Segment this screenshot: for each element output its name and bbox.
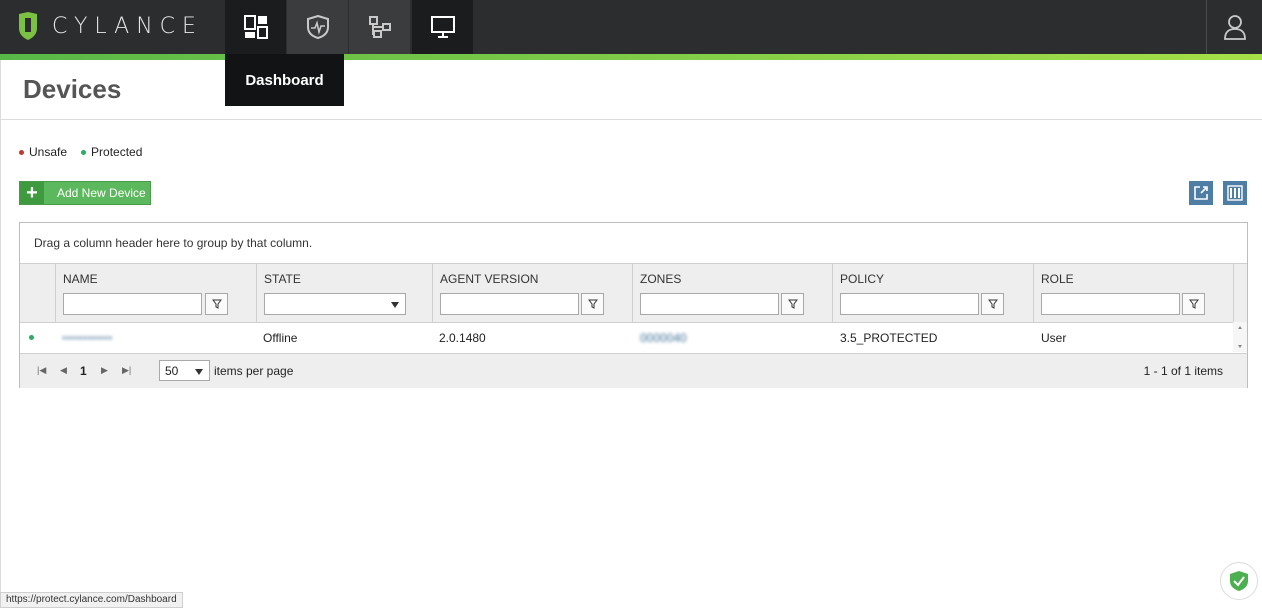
current-page[interactable]: 1 <box>80 364 87 378</box>
policy-filter-input[interactable] <box>840 293 979 315</box>
group-by-hint: Drag a column header here to group by th… <box>34 236 313 250</box>
shield-check-icon <box>1230 571 1248 591</box>
cylance-logo-icon <box>19 12 37 40</box>
legend-protected: Protected <box>91 145 143 159</box>
policy-filter-button[interactable] <box>981 293 1004 315</box>
column-zones[interactable]: ZONES <box>632 264 832 322</box>
zones-filter-button[interactable] <box>781 293 804 315</box>
unsafe-dot-icon <box>19 149 24 155</box>
grid-scrollbar[interactable] <box>1233 322 1247 352</box>
zones-filter-input[interactable] <box>640 293 779 315</box>
filter-icon <box>587 299 598 309</box>
user-icon <box>1223 15 1246 40</box>
role-filter-input[interactable] <box>1041 293 1180 315</box>
page-size-value: 50 <box>165 364 179 378</box>
columns-icon <box>1227 185 1243 201</box>
legend-unsafe: Unsafe <box>29 145 68 159</box>
grid-pager: |◀ ◀ 1 ▶ ▶| 50 items per page 1 - 1 of 1… <box>20 353 1247 388</box>
status-legend: Unsafe Protected <box>19 145 142 159</box>
column-state-label: STATE <box>264 272 301 286</box>
state-filter-select[interactable] <box>264 293 406 315</box>
top-nav-bar: CYLANCE <box>0 0 1262 54</box>
column-policy-label: POLICY <box>840 272 885 286</box>
page-size-select[interactable]: 50 <box>159 360 210 381</box>
nav-tab-zones[interactable] <box>349 0 410 54</box>
dashboard-icon <box>243 15 268 39</box>
agent-version-filter-button[interactable] <box>581 293 604 315</box>
columns-button[interactable] <box>1223 181 1247 205</box>
items-per-page-label: items per page <box>214 364 294 378</box>
add-new-device-button[interactable]: + Add New Device <box>19 181 151 205</box>
agent-version-filter-input[interactable] <box>440 293 579 315</box>
cylance-logo[interactable]: CYLANCE <box>16 8 203 44</box>
grid-header-row: NAME STATE AGENT VERSION ZONES POLICY RO… <box>20 263 1247 323</box>
name-filter-button[interactable] <box>205 293 228 315</box>
filter-icon <box>1188 299 1199 309</box>
column-state[interactable]: STATE <box>256 264 432 322</box>
shield-icon <box>306 15 329 39</box>
name-filter-input[interactable] <box>63 293 202 315</box>
devices-grid: Drag a column header here to group by th… <box>19 222 1248 388</box>
first-page-icon[interactable]: |◀ <box>37 365 46 376</box>
column-name-label: NAME <box>63 272 98 286</box>
brand-name: CYLANCE <box>52 13 203 39</box>
prev-page-icon[interactable]: ◀ <box>60 365 67 376</box>
chevron-down-icon <box>391 302 399 308</box>
nav-tooltip: Dashboard <box>225 54 344 106</box>
device-state-cell: Offline <box>263 331 298 345</box>
column-zones-label: ZONES <box>640 272 682 286</box>
nav-tab-devices[interactable] <box>412 0 473 54</box>
column-name[interactable]: NAME <box>55 264 256 322</box>
pager-summary: 1 - 1 of 1 items <box>1143 364 1223 378</box>
column-role-label: ROLE <box>1041 272 1074 286</box>
filter-icon <box>211 299 222 309</box>
nav-tab-protection[interactable] <box>287 0 348 54</box>
monitor-icon <box>430 16 455 38</box>
protected-dot-icon <box>81 149 87 155</box>
policy-cell: 3.5_PROTECTED <box>840 331 938 345</box>
column-agent-version-label: AGENT VERSION <box>440 272 539 286</box>
export-icon <box>1194 186 1208 200</box>
zones-cell[interactable]: 0000040 <box>640 331 687 345</box>
content-border <box>0 60 1 606</box>
column-role[interactable]: ROLE <box>1033 264 1234 322</box>
device-name-cell[interactable]: •••••••••••• <box>62 331 112 345</box>
page-title: Devices <box>23 74 122 104</box>
protected-status-icon <box>29 335 34 340</box>
network-icon <box>368 16 391 38</box>
role-cell: User <box>1041 331 1067 345</box>
table-row[interactable]: •••••••••••• Offline 2.0.1480 0000040 3.… <box>20 322 1233 352</box>
next-page-icon[interactable]: ▶ <box>101 365 108 376</box>
column-agent-version[interactable]: AGENT VERSION <box>432 264 632 322</box>
user-menu[interactable] <box>1206 0 1262 54</box>
title-divider <box>0 119 1262 120</box>
security-badge[interactable] <box>1220 562 1258 600</box>
export-button[interactable] <box>1189 181 1213 205</box>
add-new-device-label: Add New Device <box>57 186 146 200</box>
filter-icon <box>987 299 998 309</box>
last-page-icon[interactable]: ▶| <box>122 365 131 376</box>
filter-icon <box>787 299 798 309</box>
accent-bar <box>0 54 1262 60</box>
agent-version-cell: 2.0.1480 <box>439 331 486 345</box>
nav-tab-dashboard[interactable] <box>225 0 286 54</box>
column-policy[interactable]: POLICY <box>832 264 1033 322</box>
chevron-down-icon <box>195 369 203 375</box>
scroll-arrows-icon <box>1238 326 1242 348</box>
plus-icon: + <box>20 182 44 204</box>
role-filter-button[interactable] <box>1182 293 1205 315</box>
